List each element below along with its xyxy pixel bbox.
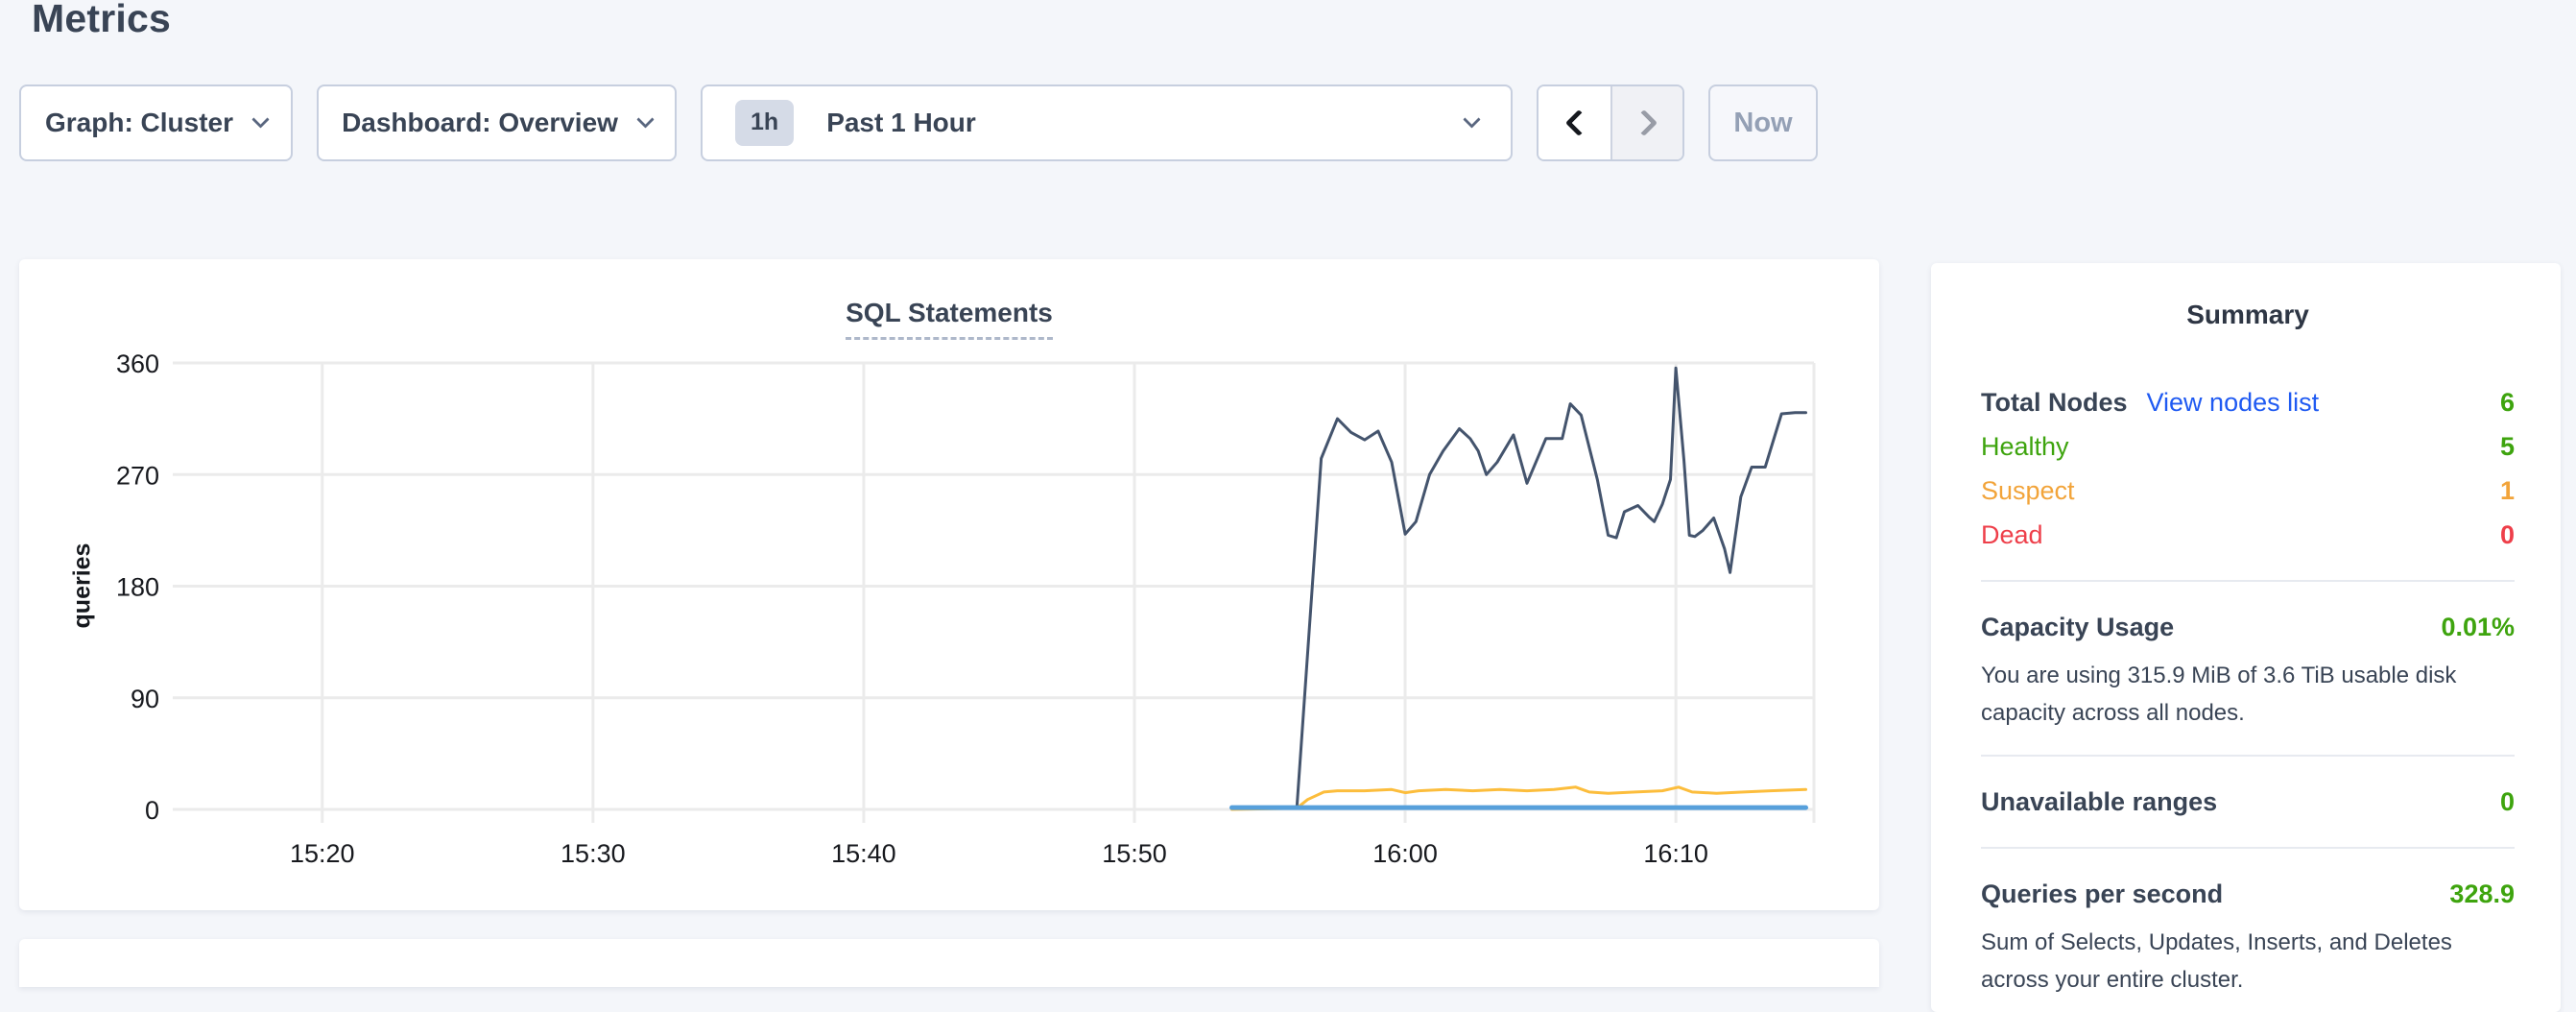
svg-text:15:30: 15:30 [561, 839, 626, 868]
graph-dropdown-label: Graph: Cluster [45, 108, 233, 138]
total-nodes-label: Total Nodes [1981, 388, 2128, 418]
dead-value: 0 [2500, 520, 2515, 550]
sql-statements-card: 0 90 180 270 360 15:20 15:30 15:40 15:50 16:00 16:… [19, 259, 1879, 910]
chevron-down-icon [636, 110, 654, 128]
capacity-usage-label: Capacity Usage [1981, 613, 2174, 642]
series-dark-slate-line [1232, 368, 1806, 808]
queries-per-second-value: 328.9 [2449, 879, 2515, 909]
dashboard-dropdown[interactable]: Dashboard: Overview [317, 84, 677, 161]
queries-per-second-label: Queries per second [1981, 879, 2223, 909]
queries-per-second-row: Queries per second 328.9 [1981, 872, 2515, 916]
chevron-left-icon [1564, 109, 1591, 136]
capacity-usage-row: Capacity Usage 0.01% [1981, 605, 2515, 649]
svg-text:270: 270 [116, 461, 159, 490]
nodes-block: Total Nodes View nodes list 6 Healthy 5 … [1981, 380, 2515, 557]
svg-text:16:10: 16:10 [1643, 839, 1708, 868]
dead-label: Dead [1981, 520, 2043, 550]
now-button[interactable]: Now [1708, 84, 1818, 161]
unavailable-ranges-label: Unavailable ranges [1981, 787, 2217, 817]
divider [1981, 580, 2515, 582]
svg-text:15:40: 15:40 [831, 839, 896, 868]
svg-text:15:50: 15:50 [1102, 839, 1167, 868]
svg-text:90: 90 [131, 685, 159, 713]
y-axis-label: queries [69, 543, 97, 629]
total-nodes-row: Total Nodes View nodes list 6 [1981, 380, 2515, 424]
dead-nodes-row: Dead 0 [1981, 513, 2515, 557]
svg-text:15:20: 15:20 [290, 839, 355, 868]
metrics-toolbar: Graph: Cluster Dashboard: Overview 1h Pa… [19, 84, 1818, 161]
time-window-pager [1537, 84, 1684, 161]
time-range-label: Past 1 Hour [826, 108, 976, 138]
healthy-nodes-row: Healthy 5 [1981, 424, 2515, 469]
capacity-usage-value: 0.01% [2441, 613, 2515, 642]
page-title: Metrics [32, 0, 171, 41]
unavailable-ranges-value: 0 [2500, 787, 2515, 817]
summary-panel: Summary Total Nodes View nodes list 6 He… [1931, 263, 2561, 1012]
summary-title: Summary [1981, 300, 2515, 330]
sql-statements-chart: 0 90 180 270 360 15:20 15:30 15:40 15:50 16:00 16:… [19, 259, 1879, 910]
chevron-right-icon [1630, 109, 1657, 136]
time-prev-button[interactable] [1538, 86, 1610, 159]
next-chart-card-partial [19, 939, 1879, 987]
divider [1981, 847, 2515, 849]
divider [1981, 755, 2515, 757]
healthy-label: Healthy [1981, 432, 2069, 462]
suspect-nodes-row: Suspect 1 [1981, 469, 2515, 513]
chart-title-wrap: SQL Statements [19, 298, 1879, 340]
queries-per-second-description: Sum of Selects, Updates, Inserts, and De… [1981, 924, 2515, 999]
capacity-usage-description: You are using 315.9 MiB of 3.6 TiB usabl… [1981, 657, 2515, 732]
chevron-down-icon [251, 110, 269, 128]
suspect-label: Suspect [1981, 476, 2075, 506]
svg-text:360: 360 [116, 349, 159, 378]
suspect-value: 1 [2500, 476, 2515, 506]
dashboard-dropdown-label: Dashboard: Overview [342, 108, 618, 138]
total-nodes-value: 6 [2500, 388, 2515, 418]
healthy-value: 5 [2500, 432, 2515, 462]
chart-title[interactable]: SQL Statements [846, 298, 1053, 340]
svg-text:0: 0 [145, 796, 159, 825]
view-nodes-list-link[interactable]: View nodes list [2147, 388, 2320, 418]
time-next-button[interactable] [1610, 86, 1682, 159]
unavailable-ranges-row: Unavailable ranges 0 [1981, 780, 2515, 824]
svg-text:16:00: 16:00 [1372, 839, 1438, 868]
svg-text:180: 180 [116, 573, 159, 602]
chevron-down-icon [1463, 110, 1480, 128]
time-range-badge: 1h [735, 100, 794, 146]
time-range-picker[interactable]: 1h Past 1 Hour [701, 84, 1513, 161]
graph-dropdown[interactable]: Graph: Cluster [19, 84, 293, 161]
